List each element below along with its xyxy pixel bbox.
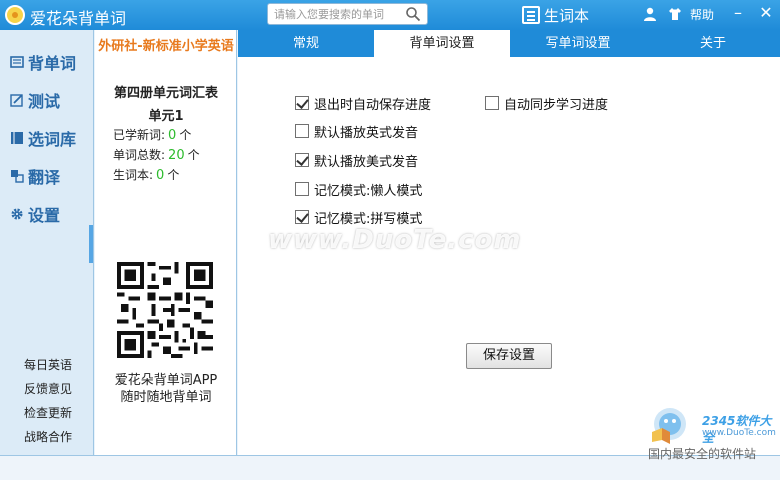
option-spelling-mode[interactable]: 记忆模式:拼写模式 (295, 208, 422, 227)
title-bar: 爱花朵背单词 生词本 帮助 – ✕ (0, 0, 780, 30)
app-logo-icon (5, 5, 25, 25)
link-feedback[interactable]: 反馈意见 (24, 380, 72, 397)
nav-item-label: 设置 (28, 206, 61, 225)
left-nav: 背单词 测试 选词库 翻译 设置 每日英语 反馈意见 检查更新 战略合作 (0, 30, 94, 455)
checkbox-auto-save[interactable] (295, 96, 309, 110)
link-partnership[interactable]: 战略合作 (24, 428, 72, 445)
nav-item-label: 背单词 (28, 54, 77, 73)
minimize-button[interactable]: – (728, 4, 748, 24)
tab-writing-settings[interactable]: 写单词设置 (510, 30, 646, 57)
gear-icon (11, 208, 23, 220)
watermark-text: www.DuoTe.com (268, 225, 522, 255)
tab-bar: 常规 背单词设置 写单词设置 关于 (238, 30, 780, 57)
edit-icon (10, 94, 23, 107)
stat-learned: 已学新词: 0 个 (113, 128, 192, 143)
vocab-book-icon (522, 6, 540, 24)
nav-item-test[interactable]: 测试 (10, 88, 60, 112)
app-title: 爱花朵背单词 (30, 9, 127, 28)
corner-slogan: 国内最安全的软件站 (648, 447, 757, 461)
translate-icon (11, 170, 24, 183)
option-british-pronunciation[interactable]: 默认播放英式发音 (295, 122, 418, 141)
tab-about[interactable]: 关于 (646, 30, 780, 57)
user-icon[interactable] (642, 6, 658, 22)
corner-brand-url: www.DuoTe.com (702, 428, 776, 438)
link-daily-english[interactable]: 每日英语 (24, 356, 72, 373)
vocab-book-button[interactable]: 生词本 (522, 4, 589, 26)
option-american-pronunciation[interactable]: 默认播放美式发音 (295, 151, 418, 170)
search-input[interactable] (268, 4, 398, 24)
nav-item-settings[interactable]: 设置 (10, 202, 60, 226)
search-box[interactable] (267, 3, 428, 25)
close-button[interactable]: ✕ (756, 4, 776, 24)
nav-item-translate[interactable]: 翻译 (10, 164, 60, 188)
option-auto-save[interactable]: 退出时自动保存进度 (295, 94, 431, 113)
book-icon (10, 56, 24, 68)
nav-item-label: 选词库 (28, 130, 77, 149)
checkbox-american-pronunciation[interactable] (295, 153, 309, 167)
nav-item-label: 翻译 (28, 168, 61, 187)
library-icon (11, 132, 23, 144)
option-lazy-mode[interactable]: 记忆模式:懒人模式 (295, 180, 422, 199)
nav-item-library[interactable]: 选词库 (10, 126, 76, 150)
stat-vocab-book: 生词本: 0 个 (113, 168, 180, 183)
skin-icon[interactable] (667, 6, 683, 22)
checkbox-auto-sync[interactable] (485, 96, 499, 110)
checkbox-british-pronunciation[interactable] (295, 124, 309, 138)
app-promo-text: 爱花朵背单词APP 随时随地背单词 (114, 373, 218, 405)
checkbox-spelling-mode[interactable] (295, 210, 309, 224)
nav-item-label: 测试 (28, 92, 61, 111)
nav-active-indicator (89, 225, 93, 263)
checkbox-lazy-mode[interactable] (295, 182, 309, 196)
search-icon[interactable] (405, 6, 421, 22)
publisher-title: 外研社-新标准小学英语 (98, 39, 234, 54)
unit-name: 单元1 (148, 109, 184, 124)
book-name: 第四册单元词汇表 (113, 86, 218, 101)
nav-item-memorize[interactable]: 背单词 (10, 50, 76, 74)
help-button[interactable]: 帮助 (690, 6, 714, 23)
stat-total: 单词总数: 20 个 (113, 148, 200, 163)
qr-code-image (117, 262, 213, 358)
book-panel: 外研社-新标准小学英语 第四册单元词汇表 单元1 已学新词: 0 个 单词总数: 20… (95, 30, 237, 455)
save-settings-button[interactable]: 保存设置 (466, 343, 552, 369)
option-auto-sync[interactable]: 自动同步学习进度 (485, 94, 608, 113)
tab-memorize-settings[interactable]: 背单词设置 (374, 30, 510, 57)
vocab-book-label: 生词本 (544, 6, 590, 25)
link-check-update[interactable]: 检查更新 (24, 404, 72, 421)
tab-general[interactable]: 常规 (238, 30, 374, 57)
